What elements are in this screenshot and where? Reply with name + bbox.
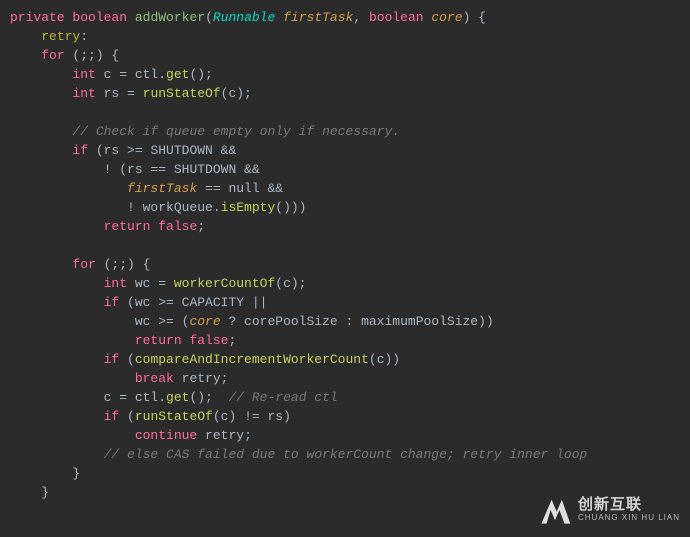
- for-body: (;;) {: [65, 48, 120, 63]
- literal-false: false: [150, 219, 197, 234]
- method-name: addWorker: [135, 10, 205, 25]
- close-brace: }: [72, 466, 80, 481]
- watermark-text: 创新互联 CHUANG XIN HU LIAN: [578, 497, 680, 522]
- code-line-14: if (wc >= CAPACITY ||: [104, 295, 268, 310]
- call-parens: (c);: [275, 276, 306, 291]
- code-line-7: if (rs >= SHUTDOWN &&: [72, 143, 236, 158]
- colon: :: [80, 29, 88, 44]
- call-parens: (c) != rs): [213, 409, 291, 424]
- method-call: get: [166, 390, 189, 405]
- semicolon: ;: [228, 333, 236, 348]
- watermark-en: CHUANG XIN HU LIAN: [578, 514, 680, 523]
- code-line-15: wc >= (core ? corePoolSize : maximumPool…: [135, 314, 494, 329]
- comment-reread: // Re-read ctl: [228, 390, 337, 405]
- type-int: int: [72, 67, 95, 82]
- watermark: 创新互联 CHUANG XIN HU LIAN: [538, 493, 680, 527]
- type-int: int: [72, 86, 95, 101]
- code-line-13: int wc = workerCountOf(c);: [104, 276, 307, 291]
- method-call: workerCountOf: [174, 276, 275, 291]
- param-type: boolean: [369, 10, 424, 25]
- semicolon: ;: [197, 219, 205, 234]
- open-paren: (: [119, 352, 135, 367]
- method-call: isEmpty: [221, 200, 276, 215]
- code-line-12: for (;;) {: [72, 257, 150, 272]
- keyword-for: for: [72, 257, 95, 272]
- condition: == null &&: [197, 181, 283, 196]
- code-line-11: return false;: [104, 219, 205, 234]
- code-line-9: firstTask == null &&: [127, 181, 283, 196]
- keyword-if: if: [104, 295, 120, 310]
- call-parens: (c)): [369, 352, 400, 367]
- keyword-boolean: boolean: [72, 10, 127, 25]
- code-line-17: if (compareAndIncrementWorkerCount(c)): [104, 352, 400, 367]
- param-name: firstTask: [283, 10, 353, 25]
- label-ref: retry: [197, 428, 244, 443]
- call-parens: ();: [189, 390, 228, 405]
- condition: ! workQueue.: [127, 200, 221, 215]
- call-parens: ())): [275, 200, 306, 215]
- keyword-for: for: [41, 48, 64, 63]
- method-call: runStateOf: [143, 86, 221, 101]
- call-parens: ();: [189, 67, 212, 82]
- assign: c = ctl.: [96, 67, 166, 82]
- code-line-21: continue retry;: [135, 428, 252, 443]
- literal-false: false: [182, 333, 229, 348]
- code-line-1: private boolean addWorker(Runnable first…: [10, 10, 486, 25]
- code-line-5: int rs = runStateOf(c);: [72, 86, 251, 101]
- label-retry: retry: [41, 29, 80, 44]
- comment-queue-check: // Check if queue empty only if necessar…: [72, 124, 400, 139]
- comma: ,: [353, 10, 369, 25]
- code-line-18: break retry;: [135, 371, 229, 386]
- method-call: runStateOf: [135, 409, 213, 424]
- keyword-return: return: [104, 219, 151, 234]
- keyword-if: if: [104, 352, 120, 367]
- for-body: (;;) {: [96, 257, 151, 272]
- code-line-10: ! workQueue.isEmpty())): [127, 200, 306, 215]
- comment-cas-failed: // else CAS failed due to workerCount ch…: [104, 447, 588, 462]
- watermark-cn: 创新互联: [578, 497, 680, 514]
- close-brace: }: [41, 485, 49, 500]
- code-line-3: for (;;) {: [41, 48, 119, 63]
- semicolon: ;: [244, 428, 252, 443]
- method-call: compareAndIncrementWorkerCount: [135, 352, 369, 367]
- code-block: private boolean addWorker(Runnable first…: [0, 0, 690, 502]
- label-ref: retry: [174, 371, 221, 386]
- code-line-20: if (runStateOf(c) != rs): [104, 409, 291, 424]
- code-line-19: c = ctl.get(); // Re-read ctl: [104, 390, 338, 405]
- code-line-16: return false;: [135, 333, 236, 348]
- keyword-private: private: [10, 10, 65, 25]
- keyword-if: if: [72, 143, 88, 158]
- open-paren: (: [119, 409, 135, 424]
- semicolon: ;: [221, 371, 229, 386]
- close-paren-brace: ) {: [463, 10, 486, 25]
- call-parens: (c);: [221, 86, 252, 101]
- condition: (rs >= SHUTDOWN &&: [88, 143, 236, 158]
- condition: wc >= (: [135, 314, 190, 329]
- type-int: int: [104, 276, 127, 291]
- keyword-continue: continue: [135, 428, 197, 443]
- condition: (wc >= CAPACITY ||: [119, 295, 267, 310]
- ref-core: core: [189, 314, 220, 329]
- ref-firstTask: firstTask: [127, 181, 197, 196]
- assign: rs =: [96, 86, 143, 101]
- condition: ? corePoolSize : maximumPoolSize)): [221, 314, 494, 329]
- condition: ! (rs == SHUTDOWN &&: [104, 162, 260, 177]
- code-line-2: retry:: [41, 29, 88, 44]
- assign: wc =: [127, 276, 174, 291]
- watermark-logo-icon: [538, 493, 572, 527]
- keyword-break: break: [135, 371, 174, 386]
- param-name: core: [431, 10, 462, 25]
- assign: c = ctl.: [104, 390, 166, 405]
- open-paren: (: [205, 10, 213, 25]
- method-call: get: [166, 67, 189, 82]
- param-type: Runnable: [213, 10, 275, 25]
- keyword-if: if: [104, 409, 120, 424]
- keyword-return: return: [135, 333, 182, 348]
- code-line-4: int c = ctl.get();: [72, 67, 212, 82]
